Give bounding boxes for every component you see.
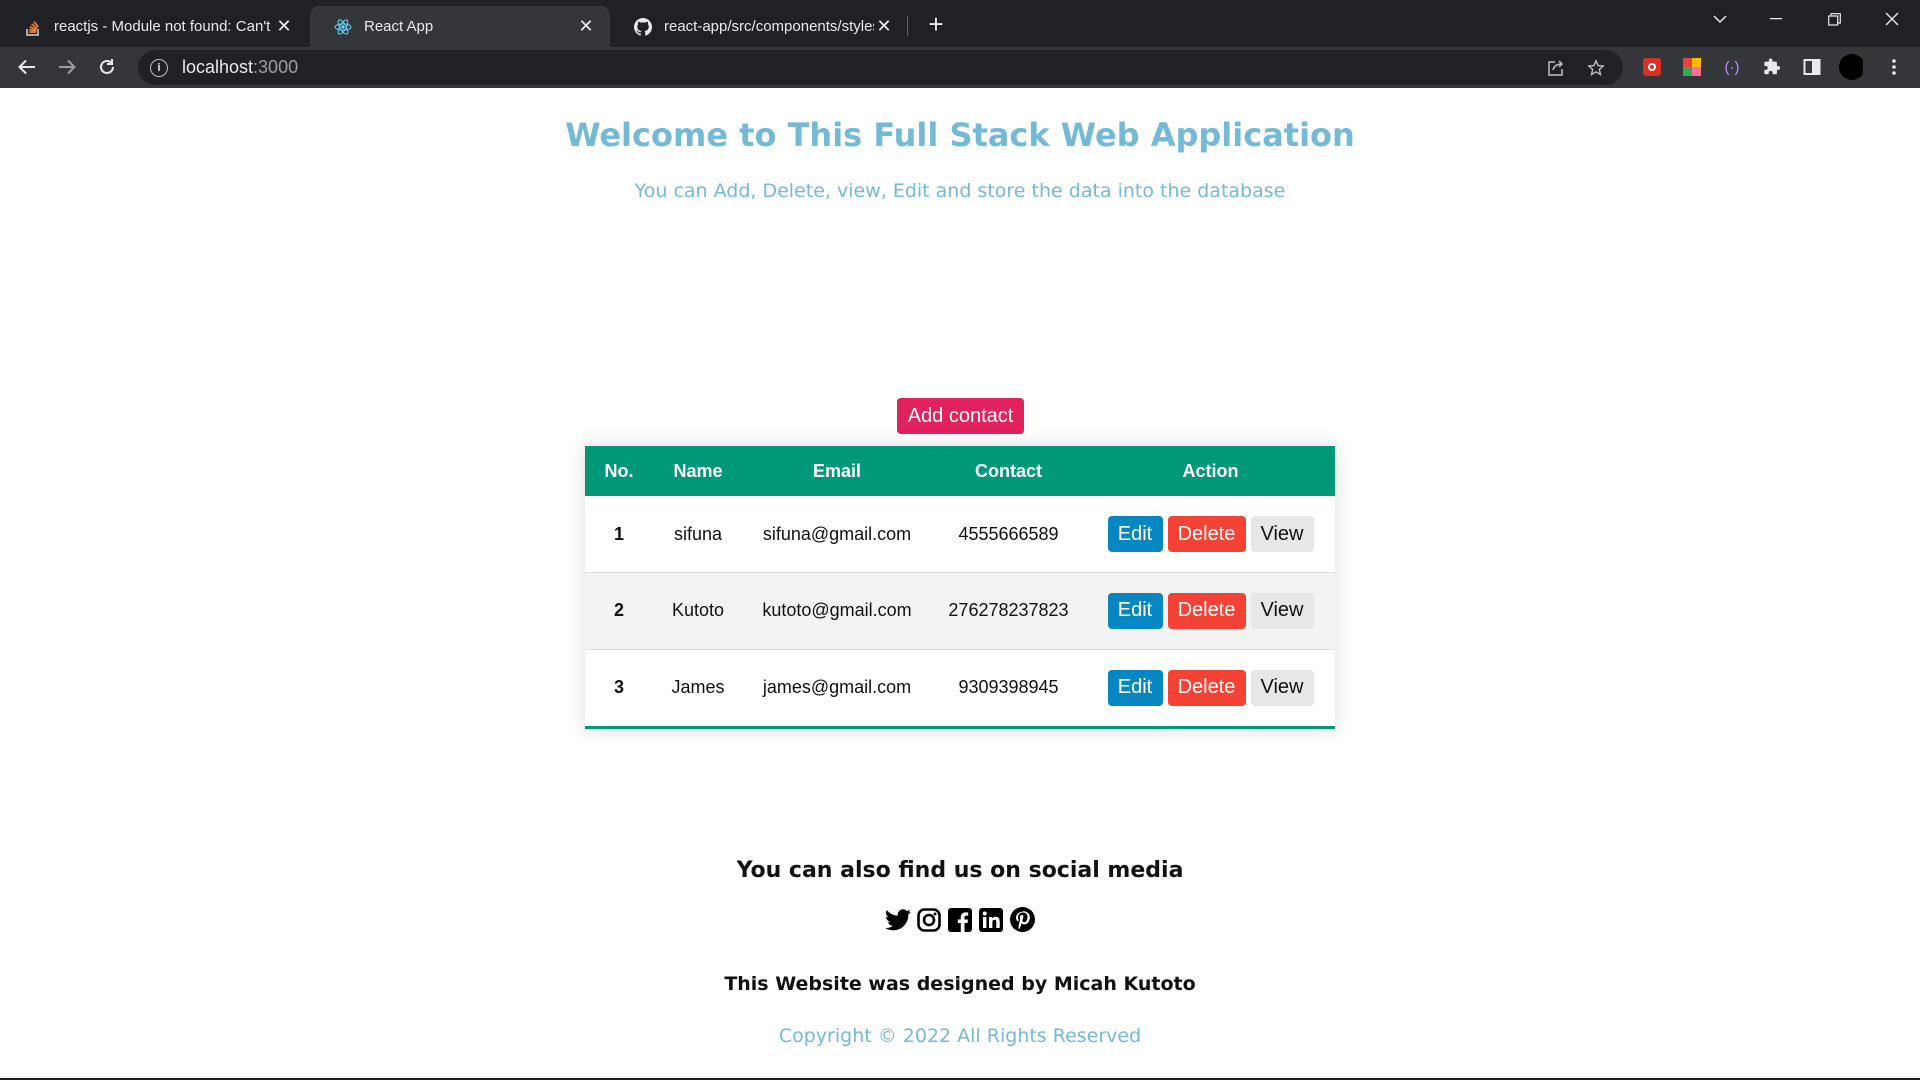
more-menu-icon[interactable]: [1882, 55, 1906, 79]
social-heading: You can also find us on social media: [736, 858, 1184, 883]
address-bar[interactable]: i localhost:3000: [138, 50, 1623, 85]
view-button[interactable]: View: [1250, 592, 1314, 629]
edit-button[interactable]: Edit: [1107, 516, 1163, 552]
header-contact: Contact: [975, 460, 1042, 481]
extension-red-icon[interactable]: [1640, 55, 1664, 79]
tab-search-icon[interactable]: [1692, 0, 1748, 38]
copyright-text: Copyright © 2022 All Rights Reserved: [778, 1025, 1142, 1047]
tab-divider: [907, 16, 908, 36]
delete-button[interactable]: Delete: [1167, 592, 1246, 629]
tab-title: React App: [364, 18, 434, 35]
page-subtitle: You can Add, Delete, view, Edit and stor…: [634, 180, 1286, 202]
cell-email: james@gmail.com: [762, 677, 912, 697]
url-port: :3000: [253, 57, 299, 77]
cell-no: 1: [613, 523, 624, 544]
delete-button[interactable]: Delete: [1167, 516, 1246, 552]
tab-title: react-app/src/components/styles: [664, 18, 874, 35]
restore-icon[interactable]: [1806, 0, 1862, 38]
close-icon[interactable]: ✕: [576, 16, 596, 37]
url-host: localhost: [182, 57, 254, 77]
delete-button[interactable]: Delete: [1167, 669, 1246, 706]
cell-name: Kutoto: [671, 600, 725, 621]
cell-name: James: [671, 677, 725, 697]
github-icon: [634, 17, 652, 36]
edit-button[interactable]: Edit: [1107, 592, 1163, 629]
close-icon[interactable]: ✕: [874, 16, 894, 37]
cell-contact: 4555666589: [958, 523, 1059, 544]
page-title: Welcome to This Full Stack Web Applicati…: [565, 116, 1355, 154]
extension-colorful-icon[interactable]: [1680, 55, 1704, 79]
cell-actions: Edit Delete View: [1086, 496, 1335, 573]
bookmark-star-icon[interactable]: [1586, 58, 1606, 78]
tab-github[interactable]: react-app/src/components/styles ✕: [610, 6, 908, 47]
close-icon[interactable]: ✕: [274, 16, 294, 37]
puzzle-extensions-icon[interactable]: [1760, 55, 1784, 79]
tab-react-app[interactable]: React App ✕: [310, 6, 610, 47]
cell-actions: Edit Delete View: [1086, 649, 1335, 726]
close-window-icon[interactable]: [1864, 0, 1920, 38]
view-button[interactable]: View: [1250, 516, 1314, 552]
cell-contact: 9309398945: [958, 677, 1059, 697]
social-icons: [0, 906, 1920, 933]
contacts-table: No. Name Email Contact Action 1 sifuna s…: [585, 446, 1335, 726]
tab-stackoverflow[interactable]: reactjs - Module not found: Can't resolv…: [0, 6, 308, 47]
page-content: Welcome to This Full Stack Web Applicati…: [0, 88, 1920, 1080]
tab-title: reactjs - Module not found: Can't resolv…: [54, 18, 274, 35]
share-icon[interactable]: [1546, 58, 1566, 78]
header-action: Action: [1182, 460, 1239, 481]
view-button[interactable]: View: [1250, 669, 1314, 706]
cell-no: 3: [613, 677, 624, 697]
table-row: 1 sifuna sifuna@gmail.com 4555666589 Edi…: [585, 496, 1335, 573]
side-panel-icon[interactable]: [1800, 55, 1824, 79]
cell-email: sifuna@gmail.com: [762, 523, 912, 544]
cell-no: 2: [613, 600, 624, 621]
info-icon[interactable]: i: [150, 58, 168, 77]
contacts-table-container: No. Name Email Contact Action 1 sifuna s…: [585, 446, 1335, 729]
pinterest-icon[interactable]: [1009, 906, 1036, 933]
browser-toolbar: i localhost:3000 (·): [0, 47, 1920, 88]
cell-actions: Edit Delete View: [1086, 573, 1335, 650]
forward-arrow-icon[interactable]: [51, 51, 83, 83]
instagram-icon[interactable]: [916, 906, 943, 933]
linkedin-icon[interactable]: [978, 906, 1005, 933]
back-arrow-icon[interactable]: [11, 51, 43, 83]
header-email: Email: [812, 460, 862, 481]
reload-icon[interactable]: [91, 51, 123, 83]
browser-tab-bar: reactjs - Module not found: Can't resolv…: [0, 0, 1920, 47]
facebook-icon[interactable]: [947, 906, 974, 933]
table-header-row: No. Name Email Contact Action: [585, 446, 1335, 496]
extension-wave-icon[interactable]: (·): [1720, 55, 1744, 79]
cell-name: sifuna: [673, 523, 723, 544]
designer-credit: This Website was designed by Micah Kutot…: [724, 973, 1196, 995]
stackoverflow-icon: [24, 18, 42, 36]
header-name: Name: [673, 460, 723, 481]
react-icon: [334, 18, 352, 36]
table-row: 2 Kutoto kutoto@gmail.com 276278237823 E…: [585, 572, 1335, 650]
new-tab-button[interactable]: +: [920, 8, 952, 40]
minimize-icon[interactable]: [1748, 0, 1804, 38]
edit-button[interactable]: Edit: [1107, 669, 1163, 706]
cell-email: kutoto@gmail.com: [762, 600, 912, 621]
cell-contact: 276278237823: [948, 600, 1069, 621]
add-contact-button[interactable]: Add contact: [897, 398, 1024, 434]
header-no: No.: [604, 460, 634, 481]
profile-avatar[interactable]: [1839, 54, 1863, 80]
twitter-icon[interactable]: [885, 906, 912, 933]
table-row: 3 James james@gmail.com 9309398945 Edit …: [585, 649, 1335, 726]
